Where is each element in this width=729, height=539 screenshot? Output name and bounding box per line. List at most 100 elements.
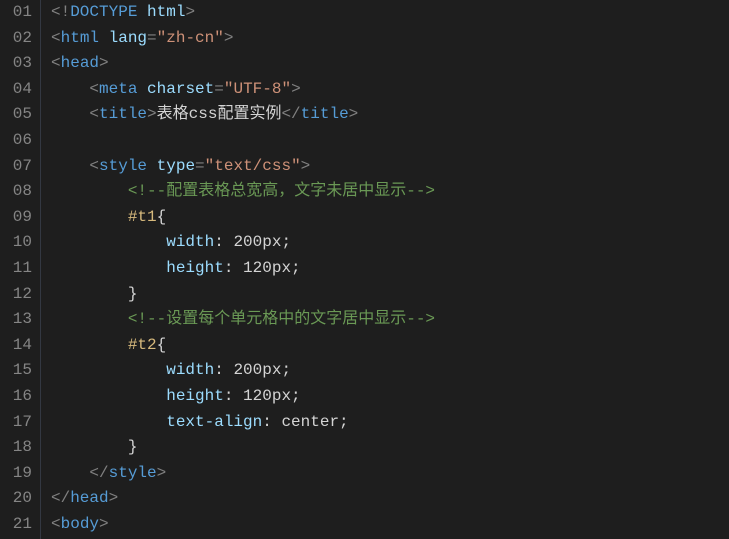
token-tag: html <box>61 29 99 47</box>
token-punct: > <box>109 489 119 507</box>
code-line[interactable]: <html lang="zh-cn"> <box>51 26 435 52</box>
line-number: 11 <box>4 256 32 282</box>
token-prop: width <box>166 233 214 251</box>
token-text <box>137 80 147 98</box>
token-punct: </ <box>89 464 108 482</box>
line-number: 15 <box>4 358 32 384</box>
token-punct: < <box>89 80 99 98</box>
token-tag: title <box>99 105 147 123</box>
code-line[interactable]: text-align: center; <box>51 410 435 436</box>
code-line[interactable]: width: 200px; <box>51 230 435 256</box>
token-tag: body <box>61 515 99 533</box>
token-tag: DOCTYPE <box>70 3 137 21</box>
token-brace: { <box>157 208 167 226</box>
token-punct: > <box>291 80 301 98</box>
line-number: 20 <box>4 486 32 512</box>
code-line[interactable]: <!--配置表格总宽高，文字未居中显示--> <box>51 179 435 205</box>
token-tag: head <box>61 54 99 72</box>
token-text <box>147 157 157 175</box>
token-selector: #t1 <box>128 208 157 226</box>
token-punct: > <box>99 54 109 72</box>
token-num: 120px <box>243 259 291 277</box>
token-tag: meta <box>99 80 137 98</box>
token-brace: { <box>157 336 167 354</box>
token-brace: } <box>128 438 138 456</box>
line-number: 03 <box>4 51 32 77</box>
token-punct: > <box>99 515 109 533</box>
token-punct: = <box>147 29 157 47</box>
token-text: ; <box>281 361 291 379</box>
token-attr-name: html <box>147 3 185 21</box>
token-attr-val: "zh-cn" <box>157 29 224 47</box>
line-number: 05 <box>4 102 32 128</box>
token-punct: </ <box>281 105 300 123</box>
token-text: ; <box>291 387 301 405</box>
token-tag: style <box>109 464 157 482</box>
token-num: 200px <box>233 233 281 251</box>
line-number: 14 <box>4 333 32 359</box>
token-prop: width <box>166 361 214 379</box>
token-text: ; <box>281 233 291 251</box>
code-line[interactable]: } <box>51 282 435 308</box>
code-line[interactable]: </head> <box>51 486 435 512</box>
code-line[interactable]: #t1{ <box>51 205 435 231</box>
token-punct: = <box>214 80 224 98</box>
code-line[interactable]: } <box>51 435 435 461</box>
token-prop: height <box>166 259 224 277</box>
token-text: : <box>262 413 281 431</box>
token-num: center <box>281 413 339 431</box>
token-text: : <box>224 387 243 405</box>
token-punct: < <box>51 54 61 72</box>
line-number: 10 <box>4 230 32 256</box>
code-line[interactable] <box>51 128 435 154</box>
code-line[interactable]: height: 120px; <box>51 384 435 410</box>
line-number: 04 <box>4 77 32 103</box>
code-line[interactable]: <!DOCTYPE html> <box>51 0 435 26</box>
token-punct: > <box>224 29 234 47</box>
token-punct: > <box>301 157 311 175</box>
token-text: ; <box>339 413 349 431</box>
line-number-gutter: 0102030405060708091011121314151617181920… <box>0 0 41 539</box>
token-attr-name: charset <box>147 80 214 98</box>
code-line[interactable]: <body> <box>51 512 435 538</box>
code-line[interactable]: width: 200px; <box>51 358 435 384</box>
line-number: 18 <box>4 435 32 461</box>
token-punct: > <box>349 105 359 123</box>
token-punct: < <box>51 515 61 533</box>
code-line[interactable]: <!--设置每个单元格中的文字居中显示--> <box>51 307 435 333</box>
token-text: : <box>214 233 233 251</box>
line-number: 02 <box>4 26 32 52</box>
token-text: ; <box>291 259 301 277</box>
line-number: 21 <box>4 512 32 538</box>
line-number: 16 <box>4 384 32 410</box>
token-punct: > <box>185 3 195 21</box>
token-text: 表格css配置实例 <box>157 105 282 123</box>
code-line[interactable]: <title>表格css配置实例</title> <box>51 102 435 128</box>
code-line[interactable]: <meta charset="UTF-8"> <box>51 77 435 103</box>
token-num: 200px <box>233 361 281 379</box>
code-line[interactable]: <head> <box>51 51 435 77</box>
line-number: 13 <box>4 307 32 333</box>
token-text: : <box>214 361 233 379</box>
code-line[interactable]: <style type="text/css"> <box>51 154 435 180</box>
token-punct: < <box>89 157 99 175</box>
code-line[interactable]: #t2{ <box>51 333 435 359</box>
code-line[interactable]: </style> <box>51 461 435 487</box>
token-punct: < <box>89 105 99 123</box>
token-comment: <!--配置表格总宽高，文字未居中显示--> <box>128 182 435 200</box>
token-text <box>99 29 109 47</box>
token-text <box>137 3 147 21</box>
code-area[interactable]: <!DOCTYPE html><html lang="zh-cn"><head>… <box>41 0 435 539</box>
token-attr-val: "UTF-8" <box>224 80 291 98</box>
line-number: 08 <box>4 179 32 205</box>
code-editor: 0102030405060708091011121314151617181920… <box>0 0 729 539</box>
token-tag: title <box>301 105 349 123</box>
code-line[interactable]: height: 120px; <box>51 256 435 282</box>
token-text: : <box>224 259 243 277</box>
token-tag: head <box>70 489 108 507</box>
line-number: 01 <box>4 0 32 26</box>
token-punct: = <box>195 157 205 175</box>
token-punct: < <box>51 29 61 47</box>
line-number: 07 <box>4 154 32 180</box>
line-number: 12 <box>4 282 32 308</box>
